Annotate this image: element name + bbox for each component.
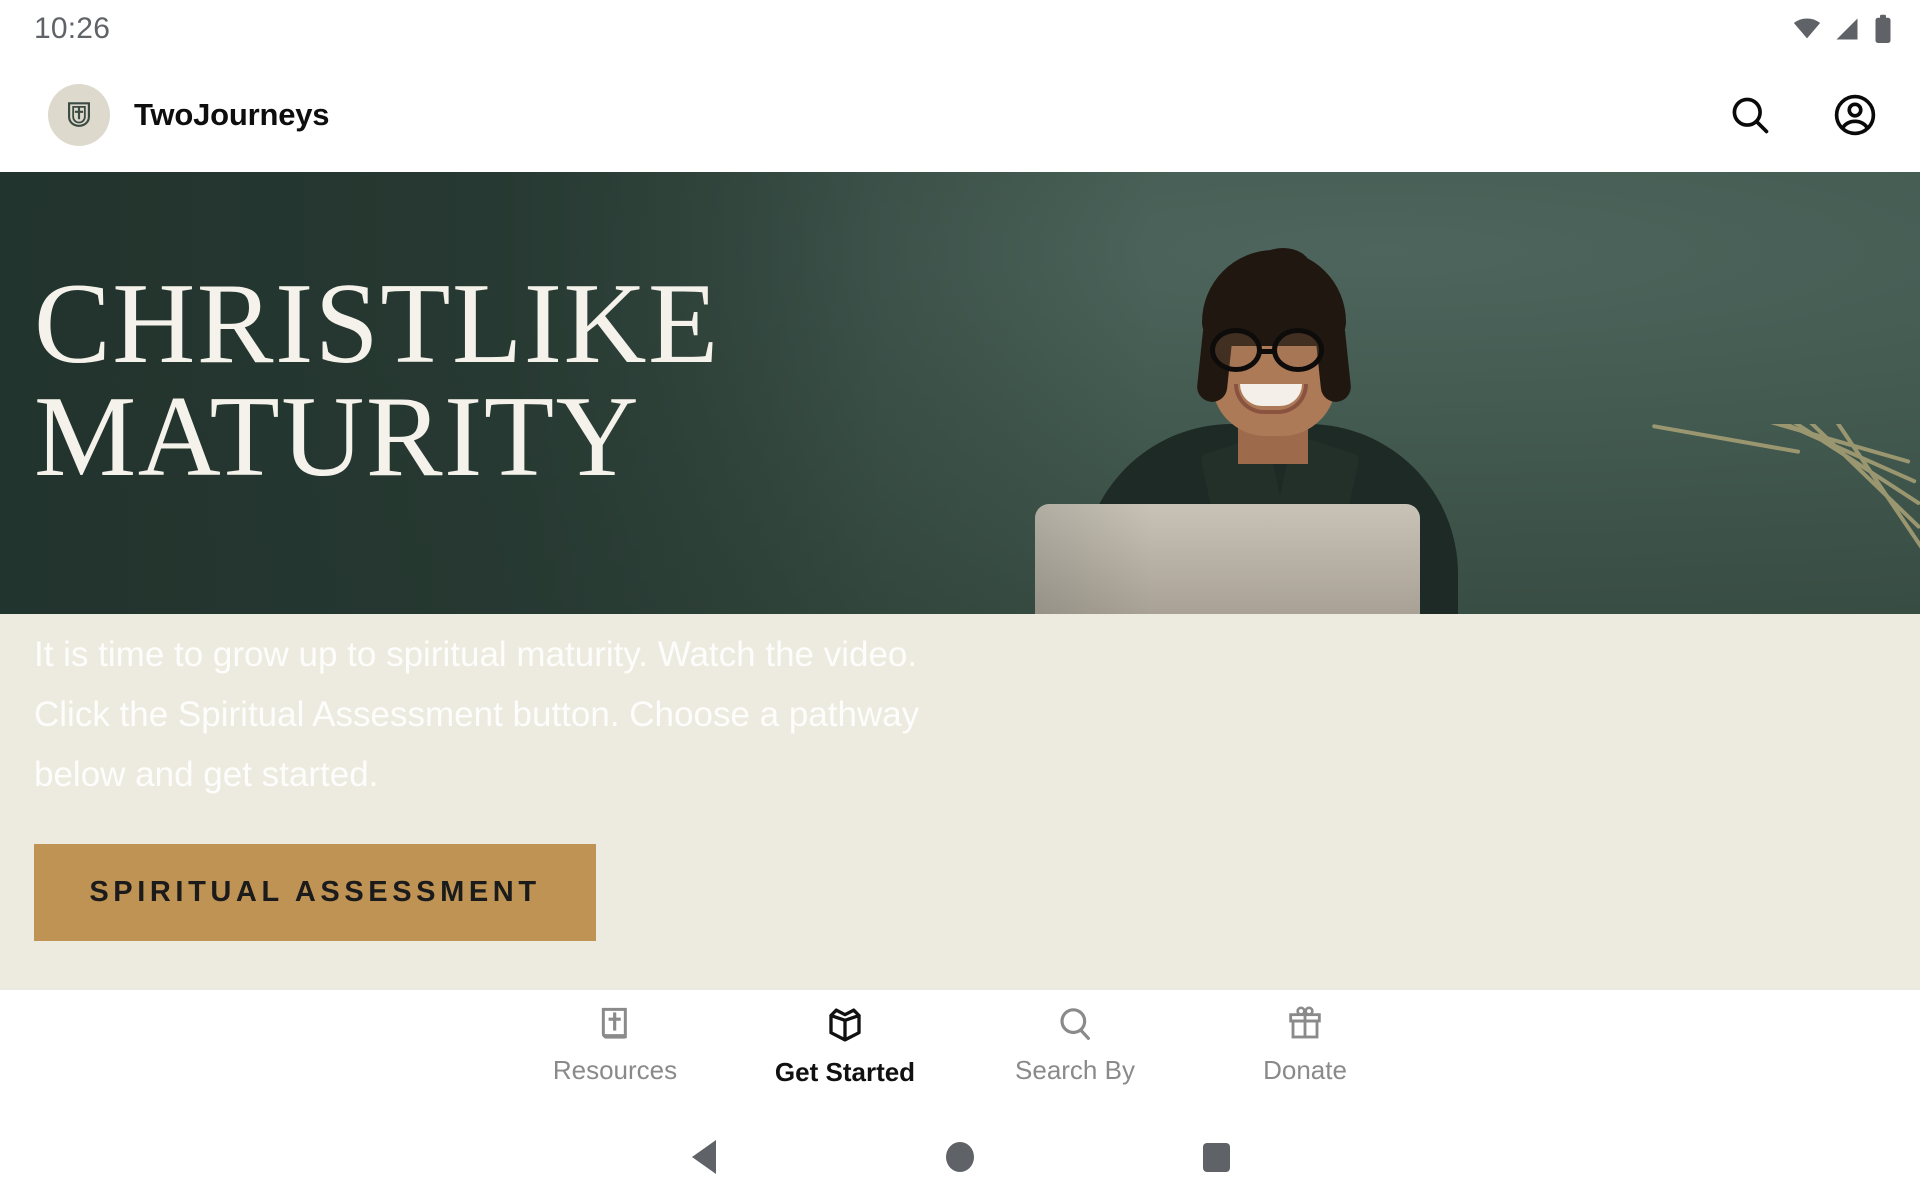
nav-label-search-by: Search By — [1015, 1055, 1135, 1085]
hero-text-block: CHRISTLIKE MATURITY — [34, 260, 720, 500]
back-triangle-icon[interactable] — [692, 1140, 716, 1174]
app-bar: TwoJourneys — [0, 58, 1920, 172]
bottom-navigation-bar: Resources Get Started Search By Donate — [0, 990, 1920, 1114]
shield-cross-icon — [68, 102, 90, 127]
brand-name: TwoJourneys — [134, 97, 330, 132]
page-title: CHRISTLIKE MATURITY — [34, 260, 720, 500]
android-recents-slot[interactable] — [1088, 1142, 1344, 1172]
home-circle-icon[interactable] — [946, 1142, 974, 1172]
nav-item-donate[interactable]: Donate — [1190, 1004, 1420, 1086]
battery-icon — [1875, 14, 1891, 43]
twojourneys-shield-cross-logo — [48, 84, 110, 146]
cellular-signal-icon — [1836, 18, 1858, 40]
hero-title-line-1: CHRISTLIKE — [34, 260, 720, 387]
nav-item-resources[interactable]: Resources — [500, 1004, 730, 1086]
lead-paragraph: It is time to grow up to spiritual matur… — [34, 635, 920, 794]
gift-box-icon — [1289, 1006, 1321, 1039]
android-back-slot[interactable] — [576, 1140, 832, 1174]
nav-label-donate: Donate — [1263, 1055, 1347, 1085]
status-bar-clock: 10:26 — [34, 12, 111, 45]
search-icon — [1060, 1008, 1090, 1040]
open-box-package-icon — [829, 1008, 861, 1042]
search-icon[interactable] — [1728, 93, 1772, 137]
android-home-slot[interactable] — [832, 1142, 1088, 1172]
wifi-icon — [1793, 18, 1821, 39]
nav-label-resources: Resources — [552, 1055, 678, 1085]
nav-label-get-started: Get Started — [774, 1057, 916, 1087]
intro-section: It is time to grow up to spiritual matur… — [0, 614, 1920, 990]
status-bar-icons — [1792, 14, 1894, 44]
bible-book-cross-icon — [601, 1007, 627, 1039]
app-bar-actions — [1728, 92, 1878, 138]
brand-block[interactable]: TwoJourneys — [48, 84, 330, 146]
hero-banner: CHRISTLIKE MATURITY — [0, 172, 1920, 614]
android-system-nav — [0, 1114, 1920, 1200]
recents-square-icon[interactable] — [1202, 1142, 1230, 1172]
spiritual-assessment-button[interactable]: SPIRITUAL ASSESSMENT — [34, 844, 596, 941]
nav-item-get-started[interactable]: Get Started — [730, 1004, 960, 1088]
hero-title-line-2: MATURITY — [34, 372, 641, 500]
status-bar: 10:26 — [0, 0, 1920, 58]
account-circle-icon[interactable] — [1832, 92, 1878, 138]
nav-item-search-by[interactable]: Search By — [960, 1004, 1190, 1086]
app-screen: 10:26 TwoJourneys CHRISTLIKE MATURITY It… — [0, 0, 1920, 1200]
